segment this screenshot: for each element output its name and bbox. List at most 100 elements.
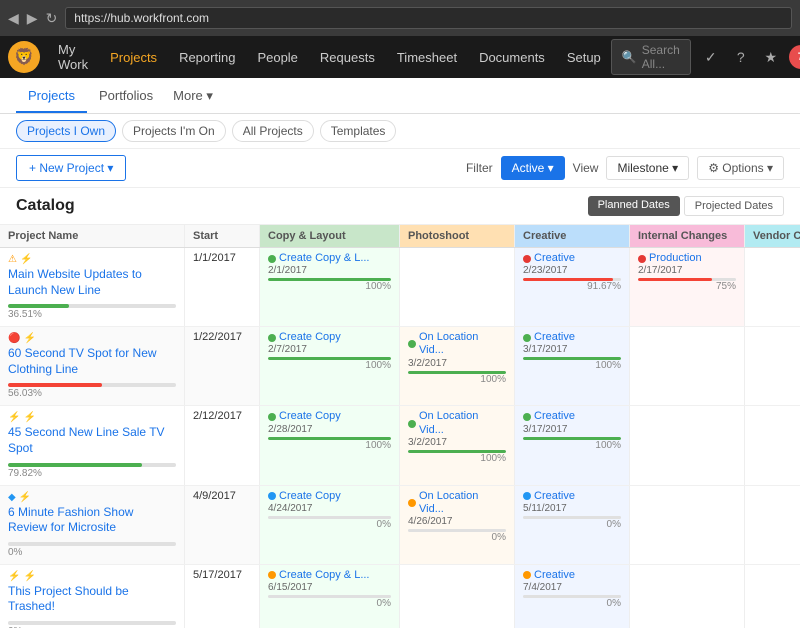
search-label: Search All... (642, 43, 680, 71)
creative-milestone-date-3: 5/11/2017 (523, 503, 621, 514)
copy-milestone-0: Create Copy & L...2/1/2017100% (268, 252, 391, 292)
options-button[interactable]: ⚙ Options ▾ (697, 156, 784, 180)
creative-milestone-name-3[interactable]: Creative (534, 490, 575, 503)
toolbar: + New Project ▾ Filter Active ▾ View Mil… (0, 149, 800, 188)
creative-milestone-1: Creative3/17/2017 100% (523, 331, 621, 371)
copy-status-dot-0 (268, 255, 276, 263)
creative-milestone-name-4[interactable]: Creative (534, 569, 575, 582)
start-date-0: 1/1/2017 (193, 252, 251, 264)
notifications-badge[interactable]: 7 (789, 45, 800, 69)
photo-milestone-name-2[interactable]: On Location Vid... (419, 410, 506, 436)
copy-milestone-date-0: 2/1/2017 (268, 265, 391, 276)
copy-milestone-name-3[interactable]: Create Copy (279, 490, 341, 503)
creative-milestone-0: Creative2/23/201791.67% (523, 252, 621, 292)
copy-milestone-2: Create Copy2/28/2017100% (268, 410, 391, 450)
checkmark-icon[interactable]: ✓ (699, 45, 723, 69)
nav-timesheet[interactable]: Timesheet (387, 46, 467, 69)
th-creative: Creative (515, 225, 630, 247)
nav-people[interactable]: People (247, 46, 307, 69)
filter-templates[interactable]: Templates (320, 120, 397, 142)
photo-milestone-date-2: 3/2/2017 (408, 437, 506, 448)
photo-milestone-date-3: 4/26/2017 (408, 516, 506, 527)
th-start: Start (185, 225, 260, 247)
photo-milestone-name-1[interactable]: On Location Vid... (419, 331, 506, 357)
creative-milestone-name-2[interactable]: Creative (534, 410, 575, 423)
filter-projects-on[interactable]: Projects I'm On (122, 120, 226, 142)
diamond-icon: ◆ (8, 492, 16, 503)
creative-milestone-4: Creative7/4/20170% (523, 569, 621, 609)
lightning-icon: ⚡ (8, 571, 20, 582)
start-date-2: 2/12/2017 (193, 410, 251, 422)
nav-setup[interactable]: Setup (557, 46, 611, 69)
address-bar[interactable]: https://hub.workfront.com (65, 7, 792, 29)
logo: 🦁 (8, 41, 40, 73)
tab-more[interactable]: More ▾ (165, 80, 221, 112)
filter-all-projects[interactable]: All Projects (232, 120, 314, 142)
creative-cell-3: Creative5/11/20170% (515, 486, 630, 564)
creative-status-dot-1 (523, 334, 531, 342)
progress-wrap-1: 56.03% (8, 383, 176, 399)
copy-milestone-date-4: 6/15/2017 (268, 582, 391, 593)
nav-documents[interactable]: Documents (469, 46, 555, 69)
start-date-1: 1/22/2017 (193, 331, 251, 343)
copy-status-dot-1 (268, 334, 276, 342)
tab-portfolios[interactable]: Portfolios (87, 80, 165, 113)
creative-pct-1: 100% (523, 360, 621, 371)
start-date-3: 4/9/2017 (193, 490, 251, 502)
favorites-icon[interactable]: ★ (759, 45, 783, 69)
vendor-cell-4 (745, 565, 800, 628)
copy-pct-2: 100% (268, 440, 391, 451)
help-icon[interactable]: ? (729, 45, 753, 69)
copy-milestone-name-4[interactable]: Create Copy & L... (279, 569, 370, 582)
creative-milestone-name-0[interactable]: Creative (534, 252, 575, 265)
filter-dropdown[interactable]: Active ▾ (501, 156, 565, 180)
internal-status-dot-0 (638, 255, 646, 263)
internal-milestone-name-0[interactable]: Production (649, 252, 702, 265)
back-button[interactable]: ◀ (8, 10, 19, 27)
new-project-button[interactable]: + New Project ▾ (16, 155, 126, 181)
vendor-cell-3 (745, 486, 800, 564)
view-dropdown[interactable]: Milestone ▾ (606, 156, 689, 180)
copy-status-dot-4 (268, 571, 276, 579)
filter-label: Filter (466, 161, 493, 175)
projected-dates-toggle[interactable]: Projected Dates (684, 196, 784, 216)
project-name-3[interactable]: 6 Minute Fashion Show Review for Microsi… (8, 505, 176, 536)
filter-projects-own[interactable]: Projects I Own (16, 120, 116, 142)
project-icons: ⚠⚡ (8, 254, 176, 265)
creative-milestone-date-1: 3/17/2017 (523, 344, 621, 355)
copy-milestone-name-1[interactable]: Create Copy (279, 331, 341, 344)
nav-reporting[interactable]: Reporting (169, 46, 245, 69)
creative-milestone-name-1[interactable]: Creative (534, 331, 575, 344)
progress-label-2: 79.82% (8, 468, 176, 479)
search-bar[interactable]: 🔍 Search All... (611, 39, 691, 75)
progress-wrap-2: 79.82% (8, 463, 176, 479)
progress-wrap-3: 0% (8, 542, 176, 558)
copy-milestone-4: Create Copy & L...6/15/20170% (268, 569, 391, 609)
forward-button[interactable]: ▶ (27, 10, 38, 27)
internal-cell-2 (630, 406, 745, 484)
nav-requests[interactable]: Requests (310, 46, 385, 69)
reload-button[interactable]: ↻ (46, 10, 58, 27)
copy-milestone-name-2[interactable]: Create Copy (279, 410, 341, 423)
creative-status-dot-0 (523, 255, 531, 263)
project-name-4[interactable]: This Project Should be Trashed! (8, 584, 176, 615)
copy-milestone-1: Create Copy2/7/2017100% (268, 331, 391, 371)
project-name-1[interactable]: 60 Second TV Spot for New Clothing Line (8, 346, 176, 377)
lightning-icon: ⚡ (23, 333, 35, 344)
copy-pct-1: 100% (268, 360, 391, 371)
sub-nav: Projects Portfolios More ▾ (0, 78, 800, 114)
creative-cell-0: Creative2/23/201791.67% (515, 248, 630, 326)
project-name-0[interactable]: Main Website Updates to Launch New Line (8, 267, 176, 298)
photo-cell-3: On Location Vid...4/26/20170% (400, 486, 515, 564)
progress-wrap-4: 0% (8, 621, 176, 628)
nav-projects[interactable]: Projects (100, 46, 167, 69)
copy-milestone-name-0[interactable]: Create Copy & L... (279, 252, 370, 265)
creative-pct-0: 91.67% (523, 281, 621, 292)
planned-dates-toggle[interactable]: Planned Dates (588, 196, 680, 216)
tab-projects[interactable]: Projects (16, 80, 87, 113)
creative-status-dot-3 (523, 492, 531, 500)
creative-pct-4: 0% (523, 598, 621, 609)
project-name-2[interactable]: 45 Second New Line Sale TV Spot (8, 425, 176, 456)
photo-milestone-name-3[interactable]: On Location Vid... (419, 490, 506, 516)
nav-my-work[interactable]: My Work (48, 38, 98, 76)
